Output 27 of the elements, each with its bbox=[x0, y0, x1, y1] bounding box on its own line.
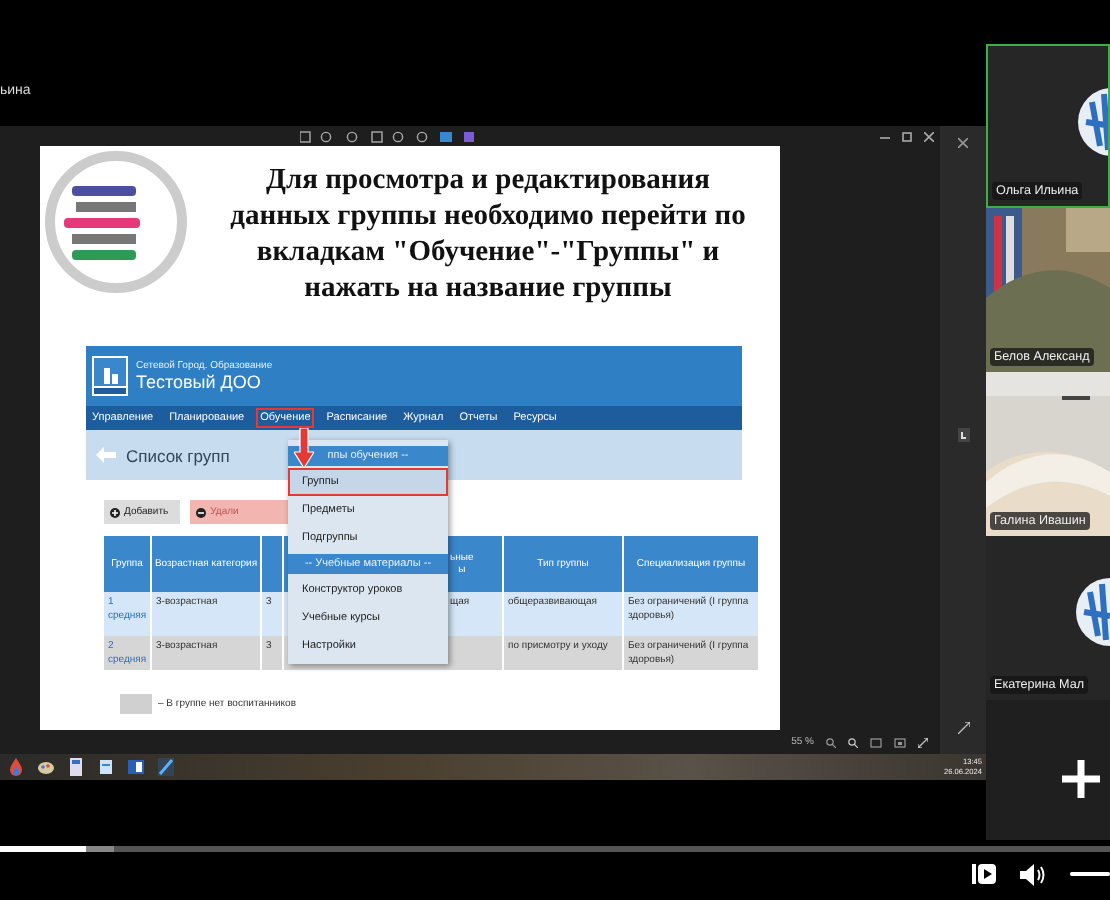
legend-swatch bbox=[120, 694, 152, 714]
organization-name: Тестовый ДОО bbox=[136, 372, 263, 392]
document-icon[interactable] bbox=[98, 758, 114, 776]
restore-icon[interactable] bbox=[902, 131, 912, 141]
close-icon[interactable] bbox=[958, 138, 968, 148]
zoom-out-icon[interactable] bbox=[826, 737, 836, 747]
plus-icon[interactable] bbox=[1062, 760, 1100, 798]
panel-toggle-icon[interactable] bbox=[957, 428, 969, 442]
fullscreen-icon[interactable] bbox=[918, 737, 928, 747]
palette-icon[interactable] bbox=[38, 758, 54, 776]
minus-icon bbox=[196, 507, 207, 517]
minimize-icon[interactable] bbox=[880, 131, 890, 141]
volume-icon[interactable] bbox=[1020, 863, 1046, 885]
plus-icon bbox=[110, 507, 120, 517]
page-title: Список групп bbox=[126, 445, 230, 465]
slide-title: Для просмотра и редактирования данных группы необходимо перейти по вкладкам "Обучение"-"Группы" и нажать на название группы bbox=[228, 162, 748, 308]
fit-icon[interactable] bbox=[870, 737, 882, 747]
expand-icon[interactable] bbox=[957, 722, 969, 734]
progress-bar[interactable] bbox=[0, 846, 1110, 852]
actual-size-icon[interactable] bbox=[894, 737, 906, 747]
drop-icon[interactable] bbox=[8, 758, 24, 776]
app-logo bbox=[92, 356, 128, 396]
play-icon[interactable] bbox=[972, 862, 996, 886]
arrow-icon bbox=[294, 428, 314, 468]
close-icon[interactable] bbox=[924, 131, 934, 141]
pen-icon[interactable] bbox=[158, 758, 174, 776]
zoom-in-icon[interactable] bbox=[848, 737, 858, 747]
